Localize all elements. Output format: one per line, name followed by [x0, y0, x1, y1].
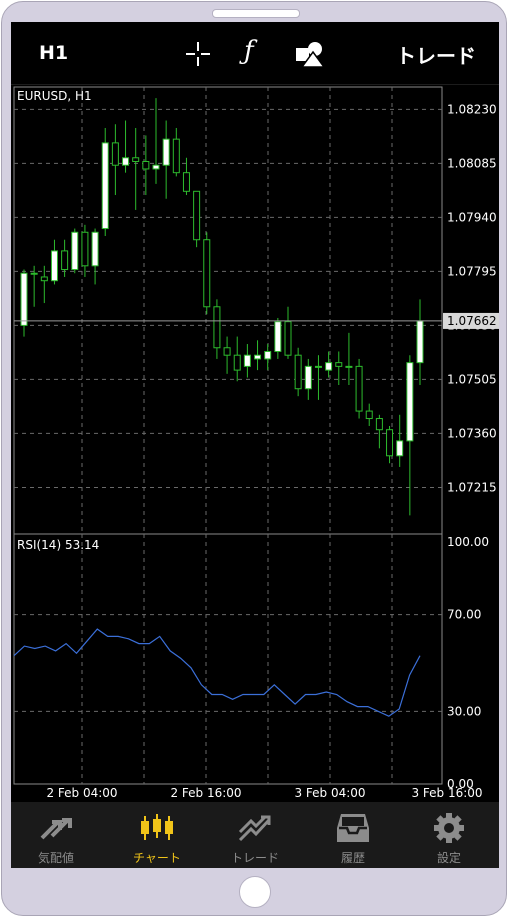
candle-body: [30, 272, 38, 275]
candle-body: [345, 365, 353, 368]
candle-body: [203, 239, 211, 308]
rsi-tick-label: 70.00: [447, 608, 481, 622]
time-tick-label: 2 Feb 04:00: [46, 786, 117, 800]
app-screen: H1 ƒ トレード 1.08230 1.08085 1.07940 1.07795 1.…: [11, 22, 499, 868]
candle-body: [335, 362, 343, 367]
candle-body: [71, 231, 79, 271]
candle-body: [365, 410, 373, 420]
rsi-panel-border: [13, 533, 443, 785]
trade-icon: [238, 815, 271, 842]
candle-body: [355, 365, 363, 412]
tab-label: トレード: [230, 851, 279, 865]
phone-frame: H1 ƒ トレード 1.08230 1.08085 1.07940 1.07795 1.…: [0, 0, 510, 919]
speaker-slot: [212, 9, 300, 18]
tab-chart[interactable]: チャート: [112, 802, 202, 868]
candle-body: [284, 321, 292, 356]
tab-label: 気配値: [37, 851, 74, 865]
tab-settings[interactable]: 設定: [404, 802, 494, 868]
price-tick-label: 1.08085: [447, 156, 497, 170]
chart-area[interactable]: 1.082301.080851.079401.077951.076501.075…: [11, 84, 499, 802]
candle-body: [233, 354, 241, 371]
candle-body: [162, 138, 170, 166]
candle-body: [386, 429, 394, 457]
candle-body: [172, 138, 180, 174]
price-panel-border: [13, 86, 443, 535]
bottom-tab-bar: 気配値 チャート トレード 履歴 設定: [11, 802, 499, 868]
candle-body: [243, 354, 251, 367]
candle-body: [304, 365, 312, 390]
candle-body: [264, 350, 272, 360]
candle-body: [314, 365, 322, 368]
chart-toolbar: H1 ƒ トレード: [11, 22, 499, 85]
tab-quotes[interactable]: 気配値: [11, 802, 101, 868]
candle-body: [223, 347, 231, 356]
candle-body: [294, 354, 302, 390]
function-icon[interactable]: ƒ: [244, 36, 254, 66]
candle-body: [396, 440, 404, 457]
crosshair-icon[interactable]: [186, 42, 210, 66]
candle-body: [182, 172, 190, 192]
candle-body: [81, 231, 89, 267]
chart-canvas[interactable]: 1.082301.080851.079401.077951.076501.075…: [11, 84, 499, 802]
candle-body: [142, 161, 150, 170]
candle-body: [122, 157, 130, 166]
time-tick-label: 3 Feb 16:00: [411, 786, 482, 800]
rsi-tick-label: 100.00: [447, 535, 489, 549]
price-tick-label: 1.07505: [447, 372, 497, 386]
candle-body: [375, 418, 383, 431]
timeframe-button[interactable]: H1: [39, 42, 68, 64]
trade-button[interactable]: トレード: [396, 40, 476, 69]
home-button[interactable]: [239, 876, 271, 908]
quotes-icon: [40, 818, 72, 840]
candle-body: [20, 272, 28, 326]
candlestick-chart-icon: [141, 814, 173, 840]
candle-body: [416, 320, 424, 364]
rsi-tick-label: 30.00: [447, 704, 481, 718]
tab-trade[interactable]: トレード: [210, 802, 300, 868]
candle-body: [254, 354, 262, 360]
candle-body: [111, 142, 119, 166]
candle-body: [152, 164, 160, 170]
price-tick-label: 1.07940: [447, 210, 497, 224]
candle-body: [193, 190, 201, 241]
price-tick-label: 1.07215: [447, 480, 497, 494]
tab-label: チャート: [133, 851, 181, 865]
candle-body: [325, 362, 333, 371]
price-tick-label: 1.07360: [447, 426, 497, 440]
candle-body: [101, 142, 109, 230]
current-price-label: 1.07662: [447, 314, 497, 328]
tab-history[interactable]: 履歴: [308, 802, 398, 868]
candle-body: [40, 276, 48, 282]
price-tick-label: 1.08230: [447, 102, 497, 116]
objects-icon[interactable]: [295, 40, 325, 68]
candle-body: [406, 362, 414, 442]
time-tick-label: 3 Feb 04:00: [294, 786, 365, 800]
symbol-title: EURUSD, H1: [17, 89, 92, 103]
time-tick-label: 2 Feb 16:00: [170, 786, 241, 800]
history-icon: [337, 814, 369, 842]
tab-label: 履歴: [340, 851, 365, 865]
rsi-line: [13, 628, 421, 717]
candle-body: [91, 231, 99, 267]
candle-body: [50, 250, 58, 282]
candle-body: [61, 250, 69, 271]
rsi-title: RSI(14) 53.14: [17, 538, 99, 552]
candle-body: [274, 321, 282, 352]
candle-body: [213, 306, 221, 349]
settings-gear-icon: [434, 813, 464, 843]
candle-body: [132, 157, 140, 163]
tab-label: 設定: [436, 851, 461, 865]
price-tick-label: 1.07795: [447, 264, 497, 278]
